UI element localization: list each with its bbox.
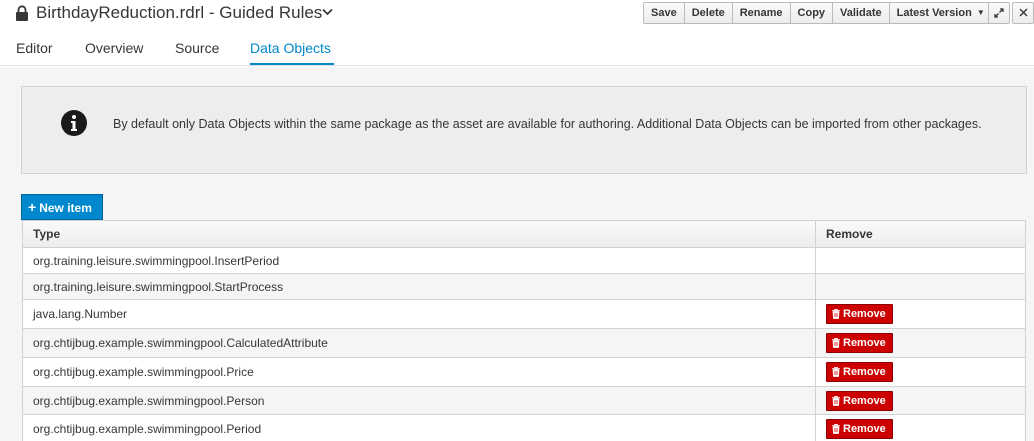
tab-data-objects[interactable]: Data Objects [250, 40, 331, 56]
type-cell: org.chtijbug.example.swimmingpool.Period [33, 422, 262, 436]
type-cell: org.chtijbug.example.swimmingpool.Person [33, 393, 265, 408]
table-row: org.training.leisure.swimmingpool.Insert… [22, 248, 1026, 274]
expand-icon [994, 8, 1004, 18]
save-button[interactable]: Save [644, 3, 685, 23]
trash-icon [832, 424, 840, 434]
caret-down-icon: ▼ [976, 8, 985, 17]
remove-button[interactable]: Remove [826, 390, 893, 411]
validate-button[interactable]: Validate [833, 3, 890, 23]
tab-source[interactable]: Source [175, 40, 219, 56]
expand-button[interactable] [988, 2, 1010, 24]
remove-label: Remove [843, 366, 886, 378]
type-cell: org.chtijbug.example.swimmingpool.Calcul… [33, 336, 328, 350]
remove-button[interactable]: Remove [826, 419, 893, 439]
type-cell: org.training.leisure.swimmingpool.Insert… [33, 253, 280, 268]
type-cell: org.chtijbug.example.swimmingpool.Price [33, 365, 254, 379]
type-cell: org.training.leisure.swimmingpool.StartP… [33, 279, 284, 294]
table-row: org.chtijbug.example.swimmingpool.Calcul… [22, 329, 1026, 358]
trash-icon [832, 395, 840, 406]
table-row: org.training.leisure.swimmingpool.StartP… [22, 274, 1026, 300]
column-header-type[interactable]: Type [33, 227, 60, 241]
close-icon [1019, 8, 1027, 17]
asset-toolbar: Save Delete Rename Copy Validate Latest … [643, 2, 993, 24]
remove-label: Remove [843, 423, 886, 435]
tab-editor[interactable]: Editor [16, 40, 53, 56]
column-header-remove[interactable]: Remove [826, 227, 873, 241]
remove-label: Remove [843, 394, 886, 407]
info-alert: By default only Data Objects within the … [21, 86, 1027, 174]
tab-overview[interactable]: Overview [85, 40, 143, 56]
remove-label: Remove [843, 308, 886, 320]
version-dropdown[interactable]: Latest Version ▼ [889, 3, 992, 23]
table-row: org.chtijbug.example.swimmingpool.Price … [22, 358, 1026, 387]
chevron-down-icon[interactable] [322, 8, 333, 16]
plus-icon: + [28, 199, 37, 215]
asset-title: BirthdayReduction.rdrl - Guided Rules [36, 3, 323, 22]
trash-icon [832, 338, 840, 348]
close-button[interactable] [1012, 2, 1034, 24]
alert-message: By default only Data Objects within the … [113, 117, 982, 131]
copy-button[interactable]: Copy [790, 3, 834, 23]
trash-icon [832, 309, 840, 319]
trash-icon [832, 367, 840, 377]
version-label: Latest Version [896, 7, 972, 19]
type-cell: java.lang.Number [33, 307, 128, 321]
info-icon [61, 110, 87, 136]
delete-button[interactable]: Delete [684, 3, 733, 23]
table-row: org.chtijbug.example.swimmingpool.Person… [22, 387, 1026, 415]
new-item-label: New item [39, 201, 92, 215]
table-row: java.lang.Number Remove [22, 300, 1026, 329]
remove-button[interactable]: Remove [826, 333, 893, 353]
active-tab-indicator [250, 63, 334, 65]
remove-button[interactable]: Remove [826, 362, 893, 382]
data-objects-table: Type Remove org.training.leisure.swimmin… [22, 220, 1026, 441]
editor-tabs: Editor Overview Source Data Objects [0, 36, 1034, 66]
remove-button[interactable]: Remove [826, 304, 893, 324]
editor-header: BirthdayReduction.rdrl - Guided Rules Sa… [0, 0, 1034, 30]
lock-icon [16, 5, 28, 21]
table-header-row: Type Remove [22, 221, 1026, 248]
rename-button[interactable]: Rename [732, 3, 791, 23]
new-item-button[interactable]: + New item [21, 194, 103, 220]
table-row: org.chtijbug.example.swimmingpool.Period… [22, 415, 1026, 441]
remove-label: Remove [843, 337, 886, 349]
